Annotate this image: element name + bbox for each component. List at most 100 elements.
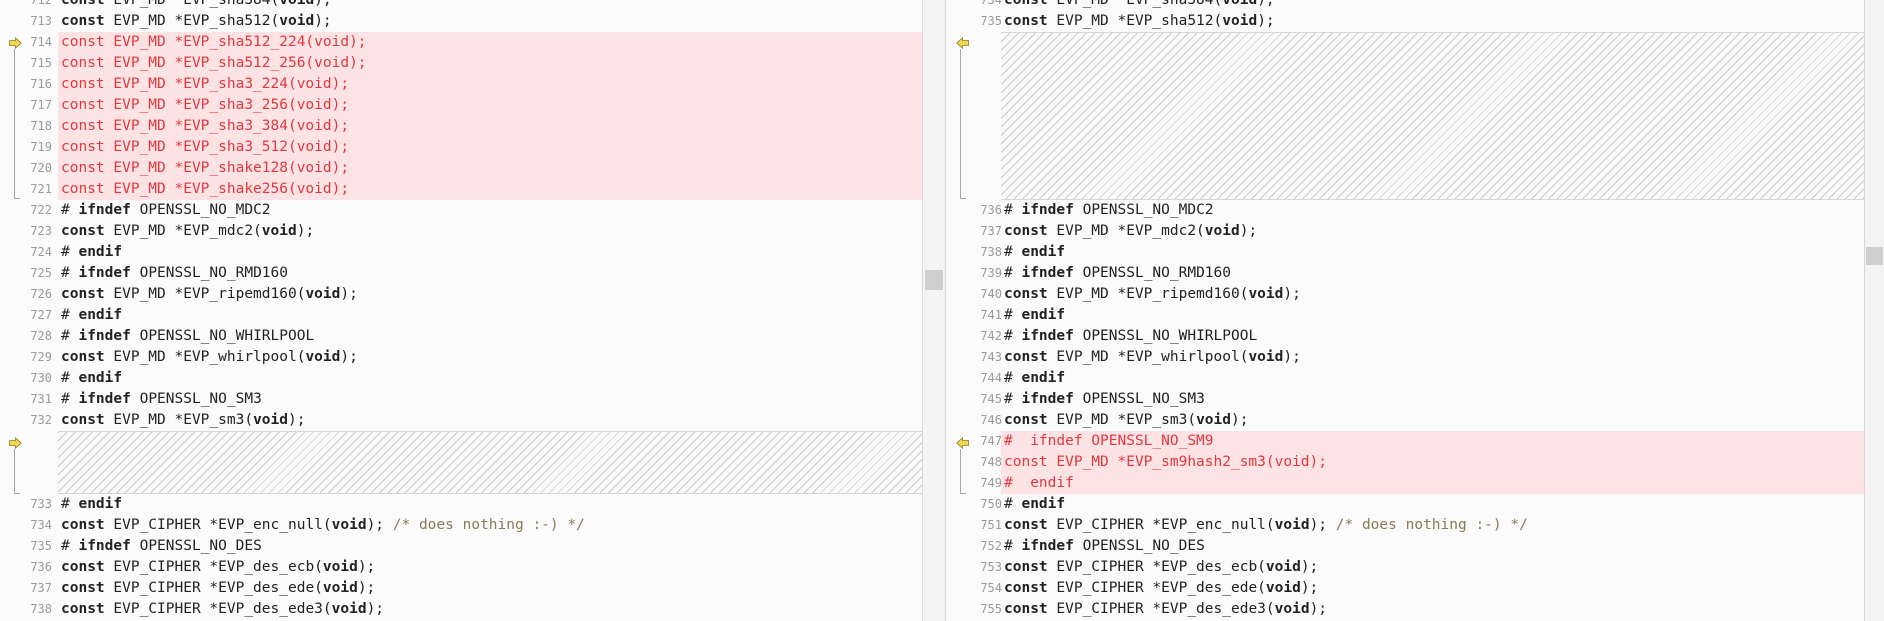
keyword-token: void <box>331 601 367 617</box>
code-token: EVP_MD *EVP_whirlpool( <box>104 349 306 365</box>
code-token: OPENSSL_NO_RMD160 <box>130 265 288 281</box>
diff-bracket <box>14 49 20 199</box>
code-token: # <box>1004 307 1022 323</box>
diff-changed-line[interactable]: 719 const EVP_MD *EVP_sha3_512(void); <box>30 137 922 158</box>
code-text: # endif <box>61 242 122 263</box>
code-token: const EVP_MD *EVP_shake256(void); <box>61 181 350 197</box>
left-vertical-scrollbar[interactable] <box>923 0 945 621</box>
diff-changed-line[interactable]: 714 const EVP_MD *EVP_sha512_224(void); <box>30 32 922 53</box>
code-line[interactable]: 740 const EVP_MD *EVP_ripemd160(void); <box>946 284 1864 305</box>
diff-change-arrow-icon[interactable] <box>956 437 969 449</box>
code-token: # <box>61 307 79 323</box>
keyword-token: ifndef <box>78 265 131 281</box>
code-line[interactable]: 730 # endif <box>0 368 922 389</box>
code-text: # endif <box>1004 494 1065 515</box>
diff-changed-line[interactable]: 715 const EVP_MD *EVP_sha512_256(void); <box>30 53 922 74</box>
code-line[interactable]: 734 const EVP_MD *EVP_sha384(void); <box>946 0 1864 11</box>
keyword-token: void <box>279 13 315 29</box>
code-line[interactable]: 741 # endif <box>946 305 1864 326</box>
diff-changed-line[interactable]: 721 const EVP_MD *EVP_shake256(void); <box>30 179 922 200</box>
left-diff-pane[interactable]: 712 const EVP_MD *EVP_sha384(void); 713 con… <box>0 0 922 621</box>
code-token: OPENSSL_NO_SM3 <box>1073 391 1205 407</box>
code-text: # ifndef OPENSSL_NO_SM3 <box>61 389 262 410</box>
code-line[interactable]: 726 const EVP_MD *EVP_ripemd160(void); <box>0 284 922 305</box>
right-diff-pane[interactable]: 734 const EVP_MD *EVP_sha384(void); 735 con… <box>946 0 1864 621</box>
code-text: const EVP_MD *EVP_sm3(void); <box>1004 410 1248 431</box>
diff-changed-line[interactable]: 749 # endif <box>980 473 1864 494</box>
diff-changed-line[interactable]: 717 const EVP_MD *EVP_sha3_256(void); <box>30 95 922 116</box>
keyword-token: const <box>1004 286 1048 302</box>
code-token: ); <box>287 412 306 428</box>
code-line[interactable]: 750 # endif <box>946 494 1864 515</box>
left-scrollbar-thumb[interactable] <box>925 270 943 290</box>
code-text: # endif <box>1004 473 1074 494</box>
code-text: const EVP_MD *EVP_shake128(void); <box>61 158 349 179</box>
code-line[interactable]: 713 const EVP_MD *EVP_sha512(void); <box>0 11 922 32</box>
code-line[interactable]: 723 const EVP_MD *EVP_mdc2(void); <box>0 221 922 242</box>
code-token: EVP_MD *EVP_sha512( <box>1047 13 1223 29</box>
keyword-token: endif <box>78 307 123 323</box>
code-line[interactable]: 725 # ifndef OPENSSL_NO_RMD160 <box>0 263 922 284</box>
right-scrollbar-thumb[interactable] <box>1866 247 1883 265</box>
code-line[interactable]: 738 const EVP_CIPHER *EVP_des_ede3(void); <box>0 599 922 620</box>
diff-changed-line[interactable]: 718 const EVP_MD *EVP_sha3_384(void); <box>30 116 922 137</box>
code-line[interactable]: 739 # ifndef OPENSSL_NO_RMD160 <box>946 263 1864 284</box>
keyword-token: ifndef <box>1021 538 1074 554</box>
keyword-token: const <box>61 517 105 533</box>
code-line[interactable]: 752 # ifndef OPENSSL_NO_DES <box>946 536 1864 557</box>
code-line[interactable]: 736 # ifndef OPENSSL_NO_MDC2 <box>946 200 1864 221</box>
code-token: ); <box>296 223 315 239</box>
code-text: # endif <box>61 494 122 515</box>
code-token: # <box>1004 328 1022 344</box>
keyword-token: ifndef <box>1021 328 1074 344</box>
code-line[interactable]: 731 # ifndef OPENSSL_NO_SM3 <box>0 389 922 410</box>
code-token: ); <box>357 580 376 596</box>
code-line[interactable]: 735 # ifndef OPENSSL_NO_DES <box>0 536 922 557</box>
code-line[interactable]: 745 # ifndef OPENSSL_NO_SM3 <box>946 389 1864 410</box>
diff-changed-line[interactable]: 716 const EVP_MD *EVP_sha3_224(void); <box>30 74 922 95</box>
code-line[interactable]: 738 # endif <box>946 242 1864 263</box>
diff-change-arrow-icon[interactable] <box>9 437 22 449</box>
code-line[interactable]: 735 const EVP_MD *EVP_sha512(void); <box>946 11 1864 32</box>
code-line[interactable]: 728 # ifndef OPENSSL_NO_WHIRLPOOL <box>0 326 922 347</box>
code-text: const EVP_MD *EVP_mdc2(void); <box>1004 221 1257 242</box>
diff-changed-line[interactable]: 720 const EVP_MD *EVP_shake128(void); <box>30 158 922 179</box>
line-number: 720 <box>30 161 52 175</box>
diff-change-arrow-icon[interactable] <box>956 37 969 49</box>
code-token: # <box>1004 391 1022 407</box>
code-line[interactable]: 742 # ifndef OPENSSL_NO_WHIRLPOOL <box>946 326 1864 347</box>
code-line[interactable]: 746 const EVP_MD *EVP_sm3(void); <box>946 410 1864 431</box>
code-text: const EVP_MD *EVP_shake256(void); <box>61 179 349 200</box>
code-line[interactable]: 736 const EVP_CIPHER *EVP_des_ecb(void); <box>0 557 922 578</box>
code-line[interactable]: 727 # endif <box>0 305 922 326</box>
line-number: 730 <box>30 371 52 385</box>
code-token: EVP_MD *EVP_ripemd160( <box>104 286 306 302</box>
diff-changed-line[interactable]: 747 # ifndef OPENSSL_NO_SM9 <box>980 431 1864 452</box>
code-token: EVP_MD *EVP_whirlpool( <box>1047 349 1249 365</box>
code-line[interactable]: 724 # endif <box>0 242 922 263</box>
right-vertical-scrollbar[interactable] <box>1865 0 1884 621</box>
code-line[interactable]: 737 const EVP_MD *EVP_mdc2(void); <box>946 221 1864 242</box>
code-line[interactable]: 755 const EVP_CIPHER *EVP_des_ede3(void); <box>946 599 1864 620</box>
code-token: const EVP_MD *EVP_sha3_256(void); <box>61 97 350 113</box>
code-line[interactable]: 729 const EVP_MD *EVP_whirlpool(void); <box>0 347 922 368</box>
code-line[interactable]: 753 const EVP_CIPHER *EVP_des_ecb(void); <box>946 557 1864 578</box>
code-token: # <box>1004 370 1022 386</box>
diff-changed-line[interactable]: 748 const EVP_MD *EVP_sm9hash2_sm3(void); <box>980 452 1864 473</box>
code-line[interactable]: 732 const EVP_MD *EVP_sm3(void); <box>0 410 922 431</box>
code-line[interactable]: 737 const EVP_CIPHER *EVP_des_ede(void); <box>0 578 922 599</box>
code-line[interactable]: 712 const EVP_MD *EVP_sha384(void); <box>0 0 922 11</box>
code-token: ); <box>1300 559 1319 575</box>
code-line[interactable]: 744 # endif <box>946 368 1864 389</box>
code-text: const EVP_CIPHER *EVP_des_ede(void); <box>61 578 375 599</box>
code-line[interactable]: 733 # endif <box>0 494 922 515</box>
code-line[interactable]: 722 # ifndef OPENSSL_NO_MDC2 <box>0 200 922 221</box>
code-text: const EVP_CIPHER *EVP_enc_null(void); /*… <box>61 515 585 536</box>
diff-change-arrow-icon[interactable] <box>9 37 22 49</box>
code-line[interactable]: 751 const EVP_CIPHER *EVP_enc_null(void);… <box>946 515 1864 536</box>
code-text: # ifndef OPENSSL_NO_WHIRLPOOL <box>61 326 314 347</box>
code-line[interactable]: 743 const EVP_MD *EVP_whirlpool(void); <box>946 347 1864 368</box>
code-token: # <box>1004 244 1022 260</box>
code-line[interactable]: 754 const EVP_CIPHER *EVP_des_ede(void); <box>946 578 1864 599</box>
code-line[interactable]: 734 const EVP_CIPHER *EVP_enc_null(void);… <box>0 515 922 536</box>
